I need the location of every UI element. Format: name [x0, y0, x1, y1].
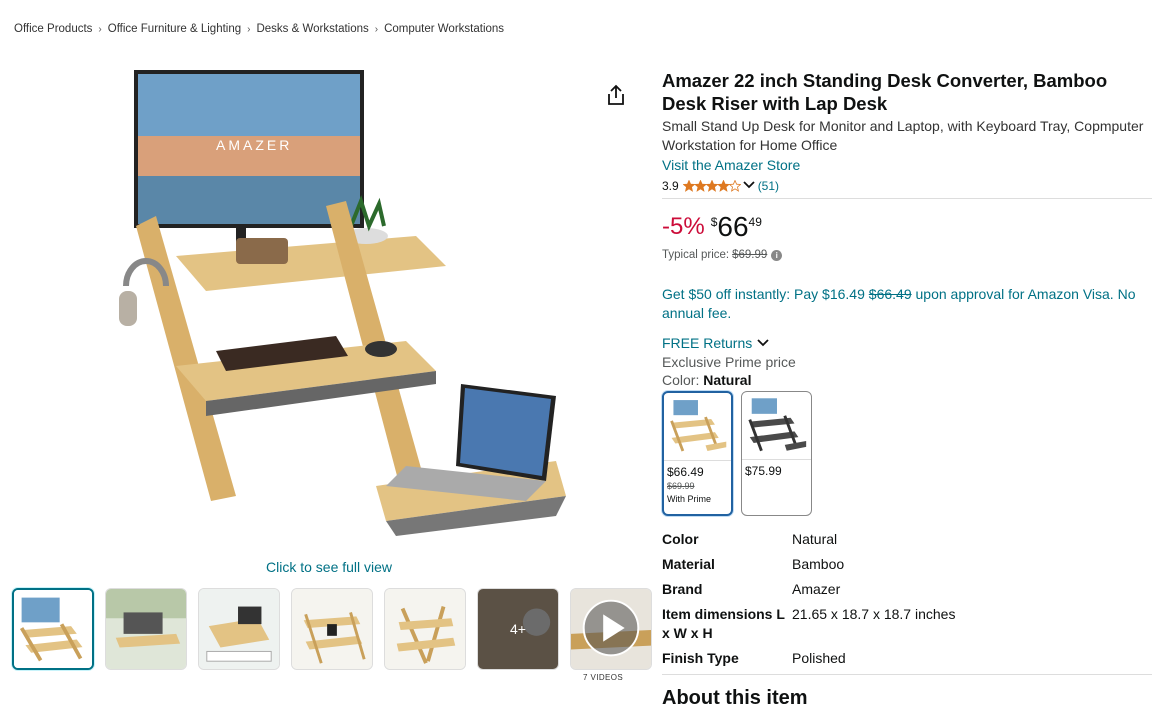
spec-value: 21.65 x 18.7 x 18.7 inches — [792, 606, 956, 622]
thumbnail-3[interactable] — [198, 588, 280, 670]
thumbnail-5[interactable] — [384, 588, 466, 670]
spec-key: Item dimensions L x W x H — [662, 606, 785, 641]
swatch-old-price: $69.99 — [667, 481, 695, 491]
price-fraction: 49 — [748, 215, 762, 229]
rating-value: 3.9 — [662, 179, 679, 193]
color-swatches: $66.49 $69.99 With Prime $75.99 — [662, 391, 1152, 516]
spec-row: Material Bamboo — [662, 555, 1152, 574]
rating-count-link[interactable]: (51) — [758, 179, 779, 193]
spec-row: Color Natural — [662, 530, 1152, 549]
price-currency: $ — [710, 215, 718, 229]
thumbnail-strip: 4+ — [12, 588, 652, 670]
main-product-image[interactable]: AMAZER — [86, 66, 570, 550]
free-returns-label: FREE Returns — [662, 335, 753, 351]
spec-row: Finish Type Polished — [662, 649, 1152, 668]
spec-value: Polished — [792, 650, 846, 666]
swatch-image — [664, 393, 731, 461]
product-specs-table: Color Natural Material Bamboo Brand Amaz… — [662, 530, 1152, 668]
divider — [662, 198, 1152, 199]
thumbnail-video[interactable] — [570, 588, 652, 670]
spec-value: Amazer — [792, 581, 841, 597]
click-to-see-full-view-link[interactable]: Click to see full view — [266, 559, 392, 575]
about-this-item-heading: About this item — [662, 687, 808, 709]
swatch-price: $66.49 — [667, 465, 704, 479]
swatch-natural[interactable]: $66.49 $69.99 With Prime — [662, 391, 733, 516]
swatch-image — [742, 392, 811, 460]
spec-key: Finish Type — [662, 650, 739, 666]
share-icon[interactable] — [604, 83, 628, 107]
thumbnail-more[interactable]: 4+ — [477, 588, 559, 670]
rating-row: 3.9 (51) — [662, 179, 1152, 193]
typical-price-value: $69.99 — [732, 249, 768, 261]
spec-row: Item dimensions L x W x H 21.65 x 18.7 x… — [662, 605, 1152, 643]
spec-row: Brand Amazer — [662, 580, 1152, 599]
star-rating-icon[interactable] — [682, 180, 741, 192]
swatch-price: $75.99 — [745, 464, 782, 478]
chevron-down-icon[interactable] — [743, 179, 755, 193]
product-subtitle: Small Stand Up Desk for Monitor and Lapt… — [662, 118, 1144, 153]
typical-price-label: Typical price: — [662, 249, 730, 261]
breadcrumb-item[interactable]: Office Products — [14, 23, 92, 35]
typical-price: Typical price: $69.99 i — [662, 249, 1152, 261]
breadcrumb-separator-icon: › — [98, 23, 102, 35]
videos-count-label: 7 VIDEOS — [583, 673, 624, 682]
visa-offer-strike: $66.49 — [868, 286, 912, 302]
color-label: Color: Natural — [662, 372, 1152, 388]
thumbnail-2[interactable] — [105, 588, 187, 670]
free-returns-link[interactable]: FREE Returns — [662, 335, 1152, 351]
breadcrumb-item[interactable]: Desks & Workstations — [256, 23, 368, 35]
breadcrumb-separator-icon: › — [247, 23, 251, 35]
breadcrumb: Office Products › Office Furniture & Lig… — [14, 23, 504, 35]
price-block: -5% $ 66 49 — [662, 211, 1152, 243]
breadcrumb-item[interactable]: Office Furniture & Lighting — [108, 23, 241, 35]
visa-offer-link[interactable]: Get $50 off instantly: Pay $16.49 $66.49… — [662, 285, 1152, 323]
price-whole: 66 — [717, 211, 749, 242]
color-label-text: Color: — [662, 372, 700, 388]
spec-value: Natural — [792, 531, 838, 547]
swatch-prime-note: With Prime — [667, 494, 712, 504]
breadcrumb-separator-icon: › — [374, 23, 379, 35]
visa-offer-prefix: Get $50 off instantly: Pay $16.49 — [662, 286, 865, 302]
visit-store-link[interactable]: Visit the Amazer Store — [662, 157, 800, 173]
thumbnail-4[interactable] — [291, 588, 373, 670]
info-icon[interactable]: i — [771, 249, 783, 261]
swatch-black[interactable]: $75.99 — [741, 391, 812, 516]
selected-color: Natural — [703, 372, 752, 388]
monitor-brand-text: AMAZER — [216, 137, 292, 153]
product-details: Amazer 22 inch Standing Desk Converter, … — [662, 69, 1152, 710]
divider — [662, 674, 1152, 675]
spec-key: Material — [662, 556, 715, 572]
exclusive-prime-price: Exclusive Prime price — [662, 354, 796, 370]
thumbnail-1[interactable] — [12, 588, 94, 670]
discount-percent: -5% — [662, 213, 705, 240]
spec-key: Color — [662, 531, 699, 547]
more-images-count: 4+ — [478, 589, 558, 669]
spec-key: Brand — [662, 581, 703, 597]
chevron-down-icon — [757, 335, 769, 351]
breadcrumb-item[interactable]: Computer Workstations — [384, 23, 504, 35]
spec-value: Bamboo — [792, 556, 845, 572]
product-title: Amazer 22 inch Standing Desk Converter, … — [662, 70, 1108, 114]
